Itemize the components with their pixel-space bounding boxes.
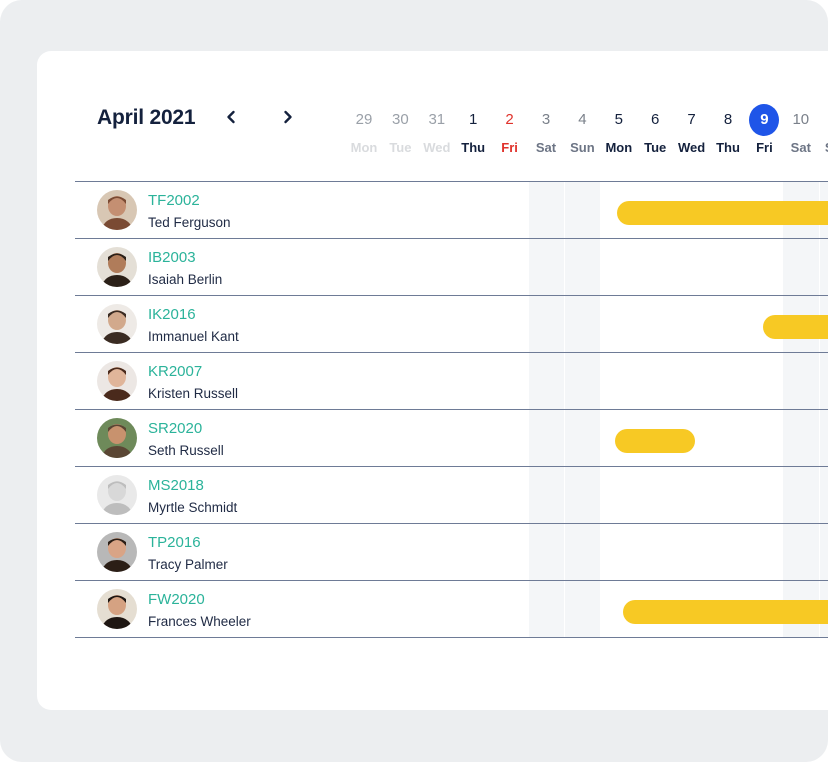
- booking-bar[interactable]: [622, 600, 828, 624]
- employee-row[interactable]: MS2018 Myrtle Schmidt: [75, 466, 828, 524]
- employee-name: Seth Russell: [148, 443, 224, 458]
- day-name: Fri: [756, 140, 773, 155]
- day-name: Sun: [819, 140, 828, 155]
- employee-name: Frances Wheeler: [148, 614, 251, 629]
- avatar: [97, 247, 137, 287]
- day-name: Tue: [389, 140, 412, 155]
- next-month-button[interactable]: [277, 104, 299, 130]
- day-column-header[interactable]: 31 Wed: [419, 104, 455, 155]
- employee-row[interactable]: FW2020 Frances Wheeler: [75, 580, 828, 638]
- day-column-header[interactable]: 4 Sun: [564, 104, 600, 155]
- chevron-left-icon: [227, 110, 235, 124]
- day-column-header[interactable]: 10 Sat: [783, 104, 819, 155]
- employee-name: Tracy Palmer: [148, 557, 228, 572]
- employee-code[interactable]: SR2020: [148, 420, 202, 437]
- employee-name: Ted Ferguson: [148, 215, 231, 230]
- day-name: Thu: [716, 140, 740, 155]
- day-number: 11: [822, 104, 828, 136]
- day-column-header[interactable]: 5 Mon: [601, 104, 637, 155]
- day-number: 29: [355, 111, 373, 128]
- day-name: Thu: [461, 140, 486, 155]
- employee-code[interactable]: MS2018: [148, 477, 204, 494]
- employee-name: Kristen Russell: [148, 386, 239, 401]
- chevron-right-icon: [284, 110, 292, 124]
- day-column-header[interactable]: 29 Mon: [346, 104, 382, 155]
- day-name: Wed: [423, 140, 451, 155]
- day-number: 6: [651, 111, 660, 128]
- employee-row[interactable]: TF2002 Ted Ferguson: [75, 181, 828, 239]
- day-number: 30: [392, 111, 409, 128]
- employee-row[interactable]: IB2003 Isaiah Berlin: [75, 238, 828, 296]
- day-number: 4: [578, 111, 587, 128]
- employee-row[interactable]: TP2016 Tracy Palmer: [75, 523, 828, 581]
- day-column-header[interactable]: 30 Tue: [382, 104, 418, 155]
- day-number: 31: [428, 111, 446, 128]
- month-title: April 2021: [97, 106, 196, 129]
- avatar-photo-icon: [97, 190, 137, 230]
- avatar-photo-icon: [97, 532, 137, 572]
- day-column-header[interactable]: 8 Thu: [710, 104, 746, 155]
- day-column-header[interactable]: 1 Thu: [455, 104, 491, 155]
- avatar-photo-icon: [97, 589, 137, 629]
- employee-name: Isaiah Berlin: [148, 272, 223, 287]
- day-column-header[interactable]: 7 Wed: [674, 104, 710, 155]
- today-day-number: 9: [749, 104, 780, 136]
- day-number: 8: [723, 111, 733, 128]
- avatar-photo-icon: [97, 418, 137, 458]
- day-name: Tue: [644, 140, 667, 155]
- day-column-header[interactable]: 9 Fri: [746, 104, 782, 155]
- day-number: 10: [792, 111, 810, 128]
- employee-row[interactable]: KR2007 Kristen Russell: [75, 352, 828, 410]
- employee-name: Myrtle Schmidt: [148, 500, 238, 515]
- avatar-photo-icon: [97, 475, 137, 515]
- employee-code[interactable]: TP2016: [148, 534, 201, 551]
- day-number: 1: [469, 111, 478, 128]
- day-column-header[interactable]: 3 Sat: [528, 104, 564, 155]
- avatar: [97, 304, 137, 344]
- booking-bar[interactable]: [762, 315, 828, 339]
- avatar-photo-icon: [97, 304, 137, 344]
- avatar-photo-icon: [97, 361, 137, 401]
- avatar: [97, 361, 137, 401]
- day-name: Sun: [570, 140, 595, 155]
- day-name: Mon: [605, 140, 633, 155]
- day-column-header[interactable]: 6 Tue: [637, 104, 673, 155]
- day-name: Fri: [501, 140, 518, 155]
- grid-bottom-border: [75, 637, 828, 638]
- day-number: 3: [541, 111, 551, 128]
- avatar-photo-icon: [97, 247, 137, 287]
- employee-row[interactable]: IK2016 Immanuel Kant: [75, 295, 828, 353]
- day-column-header[interactable]: 11 Sun: [819, 104, 828, 155]
- day-name: Sat: [535, 140, 557, 155]
- day-name: Mon: [350, 140, 378, 155]
- employee-code[interactable]: KR2007: [148, 363, 202, 380]
- booking-bar[interactable]: [615, 429, 696, 453]
- prev-month-button[interactable]: [220, 104, 242, 130]
- avatar: [97, 475, 137, 515]
- day-name: Sat: [790, 140, 811, 155]
- employee-code[interactable]: FW2020: [148, 591, 205, 608]
- day-name: Wed: [677, 140, 706, 155]
- employee-code[interactable]: TF2002: [148, 192, 200, 209]
- day-number: 5: [614, 111, 623, 128]
- employee-code[interactable]: IK2016: [148, 306, 196, 323]
- schedule-grid: TF2002 Ted Ferguson IB2003 Isaiah Berlin IK2…: [75, 181, 828, 638]
- employee-name: Immanuel Kant: [148, 329, 239, 344]
- avatar: [97, 190, 137, 230]
- employee-row[interactable]: SR2020 Seth Russell: [75, 409, 828, 467]
- avatar: [97, 418, 137, 458]
- day-column-header[interactable]: 2 Fri: [492, 104, 528, 155]
- avatar: [97, 532, 137, 572]
- day-number: 2: [505, 111, 514, 128]
- avatar: [97, 589, 137, 629]
- employee-code[interactable]: IB2003: [148, 249, 196, 266]
- booking-bar[interactable]: [617, 201, 828, 225]
- day-number: 7: [687, 111, 696, 128]
